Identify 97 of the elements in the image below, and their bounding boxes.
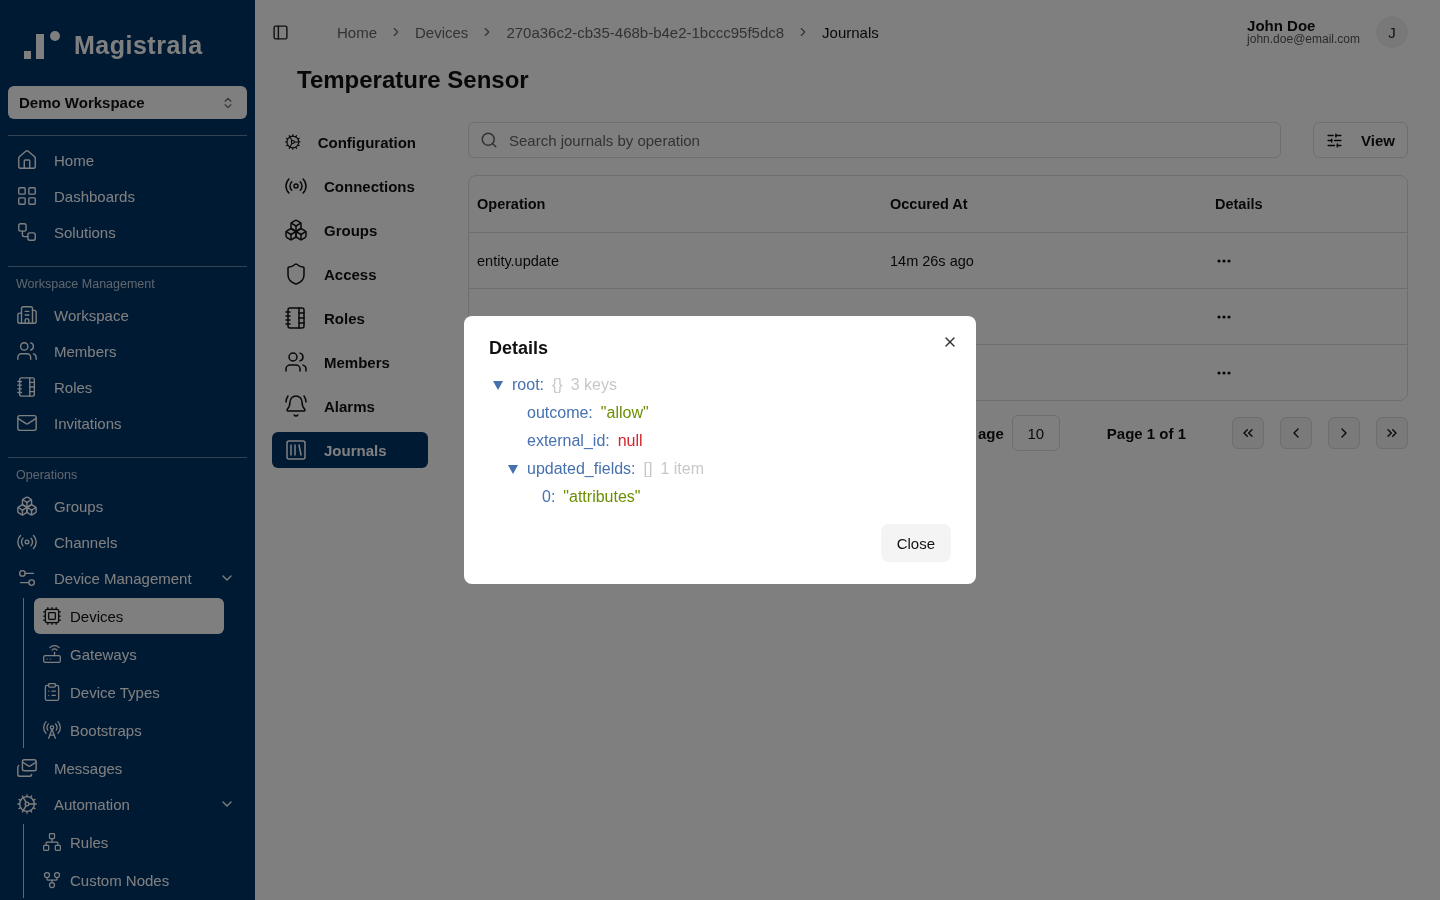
entity-tab[interactable]: Access <box>272 256 428 292</box>
entity-tab[interactable]: Configuration <box>272 124 428 160</box>
json-key: updated_fields: <box>527 460 636 478</box>
nav-item[interactable]: Solutions <box>8 214 247 250</box>
next-page-button[interactable] <box>1328 417 1360 449</box>
nav-item[interactable]: Automation <box>8 786 247 822</box>
tab-icon <box>284 218 308 242</box>
nav-item[interactable]: Messages <box>8 750 247 786</box>
user-email: john.doe@email.com <box>1247 32 1360 46</box>
json-value: null <box>617 432 643 450</box>
breadcrumb-link[interactable]: Devices <box>415 23 469 41</box>
page-size-select[interactable]: 10 <box>1011 415 1060 451</box>
nav-icon <box>16 185 38 207</box>
nav-item[interactable]: Device Management <box>8 560 247 596</box>
table-cell-text: entity.update <box>476 252 560 269</box>
nav-icon <box>16 340 38 362</box>
section-heading: Operations <box>15 467 79 484</box>
view-button[interactable]: View <box>1313 122 1408 158</box>
column-header: Details <box>1214 196 1264 212</box>
nav-icon <box>16 412 38 434</box>
last-page-button[interactable] <box>1376 417 1408 449</box>
first-page-button[interactable] <box>1232 417 1264 449</box>
logo-icon <box>24 30 62 61</box>
nav-item[interactable]: Dashboards <box>8 178 247 214</box>
dialog-title: Details <box>489 338 550 359</box>
ellipsis-icon <box>1217 258 1231 263</box>
entity-tab[interactable]: Alarms <box>272 388 428 424</box>
nav-icon <box>42 682 62 702</box>
json-key: outcome: <box>527 404 593 422</box>
nav-item[interactable]: Custom Nodes <box>34 862 224 898</box>
nav-icon <box>42 832 62 852</box>
entity-tab[interactable]: Groups <box>272 212 428 248</box>
sidebar-toggle[interactable] <box>272 23 289 41</box>
ellipsis-icon <box>1217 370 1231 375</box>
nav-item[interactable]: Device Types <box>34 674 224 710</box>
nav-item[interactable]: Invitations <box>8 405 247 441</box>
tab-icon <box>284 438 308 462</box>
expand-triangle-icon[interactable] <box>492 379 504 391</box>
search-icon <box>480 131 498 149</box>
nav-icon <box>16 376 38 398</box>
user-avatar[interactable]: J <box>1376 16 1408 48</box>
nav-item[interactable]: Members <box>8 333 247 369</box>
column-header: Operation <box>476 196 547 212</box>
breadcrumb-link[interactable]: Journals <box>822 23 879 41</box>
json-brackets: [] <box>643 460 653 478</box>
close-button[interactable]: Close <box>880 524 951 562</box>
nav-item[interactable]: Bootstraps <box>34 712 224 748</box>
tab-icon <box>284 350 308 374</box>
breadcrumb-link[interactable]: Home <box>337 23 377 41</box>
nav-icon <box>42 606 62 626</box>
nav-icon <box>16 221 38 243</box>
tab-icon <box>284 306 308 330</box>
json-value: "attributes" <box>563 488 641 506</box>
nav-item[interactable]: Devices <box>34 598 224 634</box>
column-header: Occured At <box>889 196 969 212</box>
nav-icon <box>16 793 38 815</box>
rows-per-page-label: age <box>977 424 1004 442</box>
workspace-selector[interactable]: Demo Workspace <box>8 86 247 119</box>
brand-name: Magistrala <box>74 30 203 60</box>
breadcrumb-link[interactable]: 270a36c2-cb35-468b-b4e2-1bccc95f5dc8 <box>506 23 785 41</box>
tab-icon <box>284 394 308 418</box>
nav-item[interactable]: Groups <box>8 488 247 524</box>
table-cell-text: 14m 26s ago <box>889 252 975 269</box>
nav-icon <box>16 757 38 779</box>
nav-item[interactable]: Home <box>8 142 247 178</box>
search-field[interactable]: Search journals by operation <box>468 122 1282 158</box>
expand-triangle-icon[interactable] <box>507 463 519 475</box>
nav-icon <box>42 870 62 890</box>
sliders-icon <box>1326 131 1344 149</box>
nav-icon <box>42 720 62 740</box>
nav-icon <box>16 304 38 326</box>
panel-icon <box>272 23 289 41</box>
nav-icon <box>16 495 38 517</box>
nav-item[interactable]: Channels <box>8 524 247 560</box>
json-brackets: {} <box>552 376 563 394</box>
section-heading: Workspace Management <box>15 276 156 293</box>
nav-item[interactable]: Workspace <box>8 297 247 333</box>
json-key: external_id: <box>527 432 610 450</box>
page-title: Temperature Sensor <box>297 66 530 94</box>
nav-icon <box>16 567 38 589</box>
nav-icon <box>16 149 38 171</box>
json-value: "allow" <box>600 404 649 422</box>
ellipsis-icon <box>1217 314 1231 319</box>
page-info: Page 1 of 1 <box>1106 424 1186 442</box>
entity-tab[interactable]: Members <box>272 344 428 380</box>
user-name: John Doe <box>1247 18 1316 33</box>
entity-tab[interactable]: Journals <box>272 432 428 468</box>
tab-icon <box>284 262 308 286</box>
previous-page-button[interactable] <box>1280 417 1312 449</box>
nav-item[interactable]: Rules <box>34 824 224 860</box>
json-key: root: <box>512 376 544 394</box>
entity-tab[interactable]: Roles <box>272 300 428 336</box>
json-key: 0: <box>542 488 556 506</box>
nav-icon <box>42 644 62 664</box>
nav-item[interactable]: Roles <box>8 369 247 405</box>
nav-item[interactable]: Gateways <box>34 636 224 672</box>
entity-tab[interactable]: Connections <box>272 168 428 204</box>
